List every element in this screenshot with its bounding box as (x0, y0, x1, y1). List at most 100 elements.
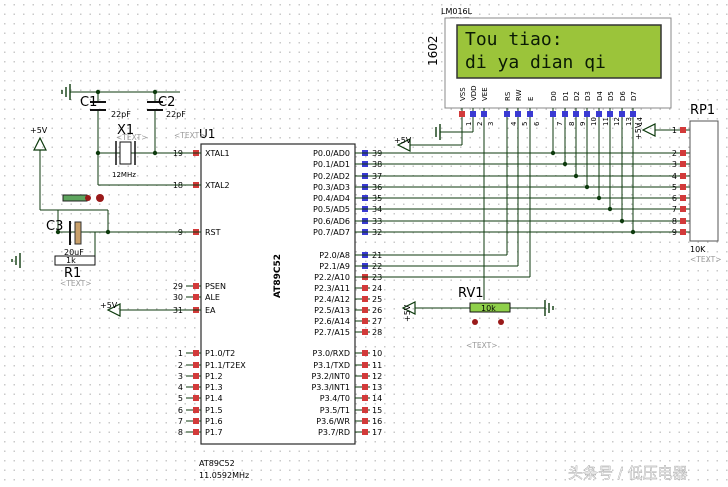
r1-value: 1k (66, 256, 76, 265)
crystal-x1[interactable]: X1 <TEXT> 12MHz (112, 123, 147, 179)
mcu-pin-marker (193, 429, 199, 435)
mcu-right-pin-name: P3.1/TXD (313, 361, 350, 370)
mcu-pin-marker (362, 373, 368, 379)
lcd-label-1602: 1602 (426, 35, 440, 66)
mcu-left-pin-number: 29 (173, 282, 183, 291)
mcu-left-pin-name: P1.4 (205, 394, 223, 403)
lcd-pin-name: E (527, 97, 535, 101)
rv1-ref: RV1 (458, 286, 484, 301)
resistor-r1[interactable]: 1k R1 <TEXT> (54, 255, 96, 288)
lcd-pin-marker (584, 111, 590, 117)
mcu-left-pin-number: 1 (178, 349, 183, 358)
mcu-pin-marker (362, 307, 368, 313)
mcu-pin-marker (362, 429, 368, 435)
mcu-body-label: AT89C52 (273, 254, 283, 298)
mcu-right-pin-number: 14 (372, 394, 382, 403)
mcu-right-pin-name: P2.0/A8 (319, 251, 350, 260)
capacitor-c3[interactable]: C3 20uF (46, 219, 84, 257)
mcu-pin-marker (362, 285, 368, 291)
mcu-right-pin-number: 24 (372, 284, 382, 293)
vcc-label-rp: +5V (634, 122, 643, 140)
lcd-pin-name: D5 (607, 91, 615, 101)
vcc-label-reset: +5V (30, 126, 48, 135)
lcd-pin-marker (596, 111, 602, 117)
lcd-pin-name: RW (515, 89, 523, 101)
lcd-pin-name: D7 (630, 91, 638, 101)
mcu-right-pin-name: P3.3/INT1 (311, 383, 350, 392)
rp1-pin-marker (680, 173, 686, 179)
resistor-pack-rp1[interactable]: RP1 10K <TEXT> 1 2 3 4 5 6 7 8 9 (672, 103, 722, 264)
r1-text-tag: <TEXT> (60, 279, 91, 288)
lcd-pin-marker (619, 111, 625, 117)
lcd-pin-name: D0 (550, 91, 558, 101)
lcd-pin-number: 4 (510, 121, 518, 126)
lcd-pin-name: D2 (573, 91, 581, 101)
mcu-pin-marker (362, 407, 368, 413)
lcd-pin-name: VDD (470, 85, 478, 101)
mcu-right-pin-number: 10 (372, 349, 382, 358)
mcu-text-tag: <TEXT> (174, 131, 205, 140)
lcd-pin-marker (607, 111, 613, 117)
lcd-pin-number: 7 (556, 122, 564, 126)
mcu-pin-marker (362, 362, 368, 368)
mcu-right-pin-name: P0.5/AD5 (313, 205, 350, 214)
mcu-right-pin-number: 16 (372, 417, 382, 426)
rp1-pin-number: 2 (672, 149, 677, 158)
rp1-pin-number: 1 (672, 126, 677, 135)
rp1-pin-marker (680, 229, 686, 235)
mcu-right-pin-number: 12 (372, 372, 382, 381)
mcu-left-pin-number: 2 (178, 361, 183, 370)
rp1-pin-marker (680, 218, 686, 224)
mcu-right-pin-name: P0.3/AD3 (313, 183, 350, 192)
rp1-ref: RP1 (690, 103, 715, 118)
mcu-right-pin-name: P0.7/AD7 (313, 228, 350, 237)
lcd-pin-name: VSS (459, 87, 467, 101)
lcd-pin-name: D1 (562, 91, 570, 101)
mcu-pin-marker (193, 283, 199, 289)
capacitor-c2[interactable]: C2 22pF (147, 95, 186, 119)
mcu-right-pin-name: P0.1/AD1 (313, 160, 350, 169)
rp1-pin-marker (680, 184, 686, 190)
lcd-pin-name: VEE (481, 87, 489, 101)
schematic-canvas: LM016L <TEXT> Tou tiao: di ya dian qi 16… (0, 0, 728, 487)
mcu-left-pin-name: P1.5 (205, 406, 223, 415)
reset-button[interactable] (58, 194, 108, 211)
mcu-left-pin-number: 30 (173, 293, 183, 302)
mcu-right-pin-name: P3.6/WR (316, 417, 350, 426)
mcu-left-pin-name: P1.7 (205, 428, 223, 437)
rp1-text-tag: <TEXT> (690, 255, 721, 264)
lcd-pin-marker (459, 111, 465, 117)
schematic-svg: LM016L <TEXT> Tou tiao: di ya dian qi 16… (11, 7, 722, 482)
rp1-pin-number: 8 (672, 217, 677, 226)
mcu-right-pin-name: P3.4/T0 (320, 394, 350, 403)
lcd-pin-number: 2 (476, 122, 484, 126)
rp1-pin-number: 6 (672, 194, 677, 203)
mcu-right-pin-name: P2.7/A15 (314, 328, 350, 337)
mcu-right-pin-name: P2.2/A10 (314, 273, 350, 282)
lcd-pin-number: 5 (521, 122, 529, 126)
capacitor-c1[interactable]: C1 22pF (80, 95, 131, 119)
mcu-pin-marker (193, 373, 199, 379)
mcu-right-pin-number: 27 (372, 317, 382, 326)
mcu-left-pin-name: P1.2 (205, 372, 223, 381)
rp1-value: 10K (690, 245, 706, 254)
mcu-pin-marker (362, 350, 368, 356)
lcd-pin-number: 8 (568, 122, 576, 126)
mcu-pin-marker (362, 395, 368, 401)
mcu-pin-marker (362, 384, 368, 390)
lcd-module[interactable]: LM016L <TEXT> Tou tiao: di ya dian qi 16… (426, 7, 672, 126)
reset-button-indicator (96, 194, 104, 202)
mcu-pin-marker (362, 318, 368, 324)
lcd-pin-number: 3 (487, 122, 495, 126)
c2-ref: C2 (158, 95, 175, 110)
mcu-ic[interactable]: U1 <TEXT> AT89C52 AT89C52 11.0592MHz 19 X… (173, 127, 382, 480)
rv1-text-tag: <TEXT> (466, 341, 497, 350)
lcd-pin-name: D3 (584, 91, 592, 101)
rp1-pin-marker (680, 127, 686, 133)
x1-freq: 12MHz (112, 171, 136, 179)
mcu-left-pin-name: RST (205, 228, 221, 237)
lcd-line-2: di ya dian qi (465, 52, 606, 73)
mcu-right-pin-number: 26 (372, 306, 382, 315)
x1-text-tag: <TEXT> (116, 133, 147, 142)
mcu-left-pin-name: P1.1/T2EX (205, 361, 246, 370)
